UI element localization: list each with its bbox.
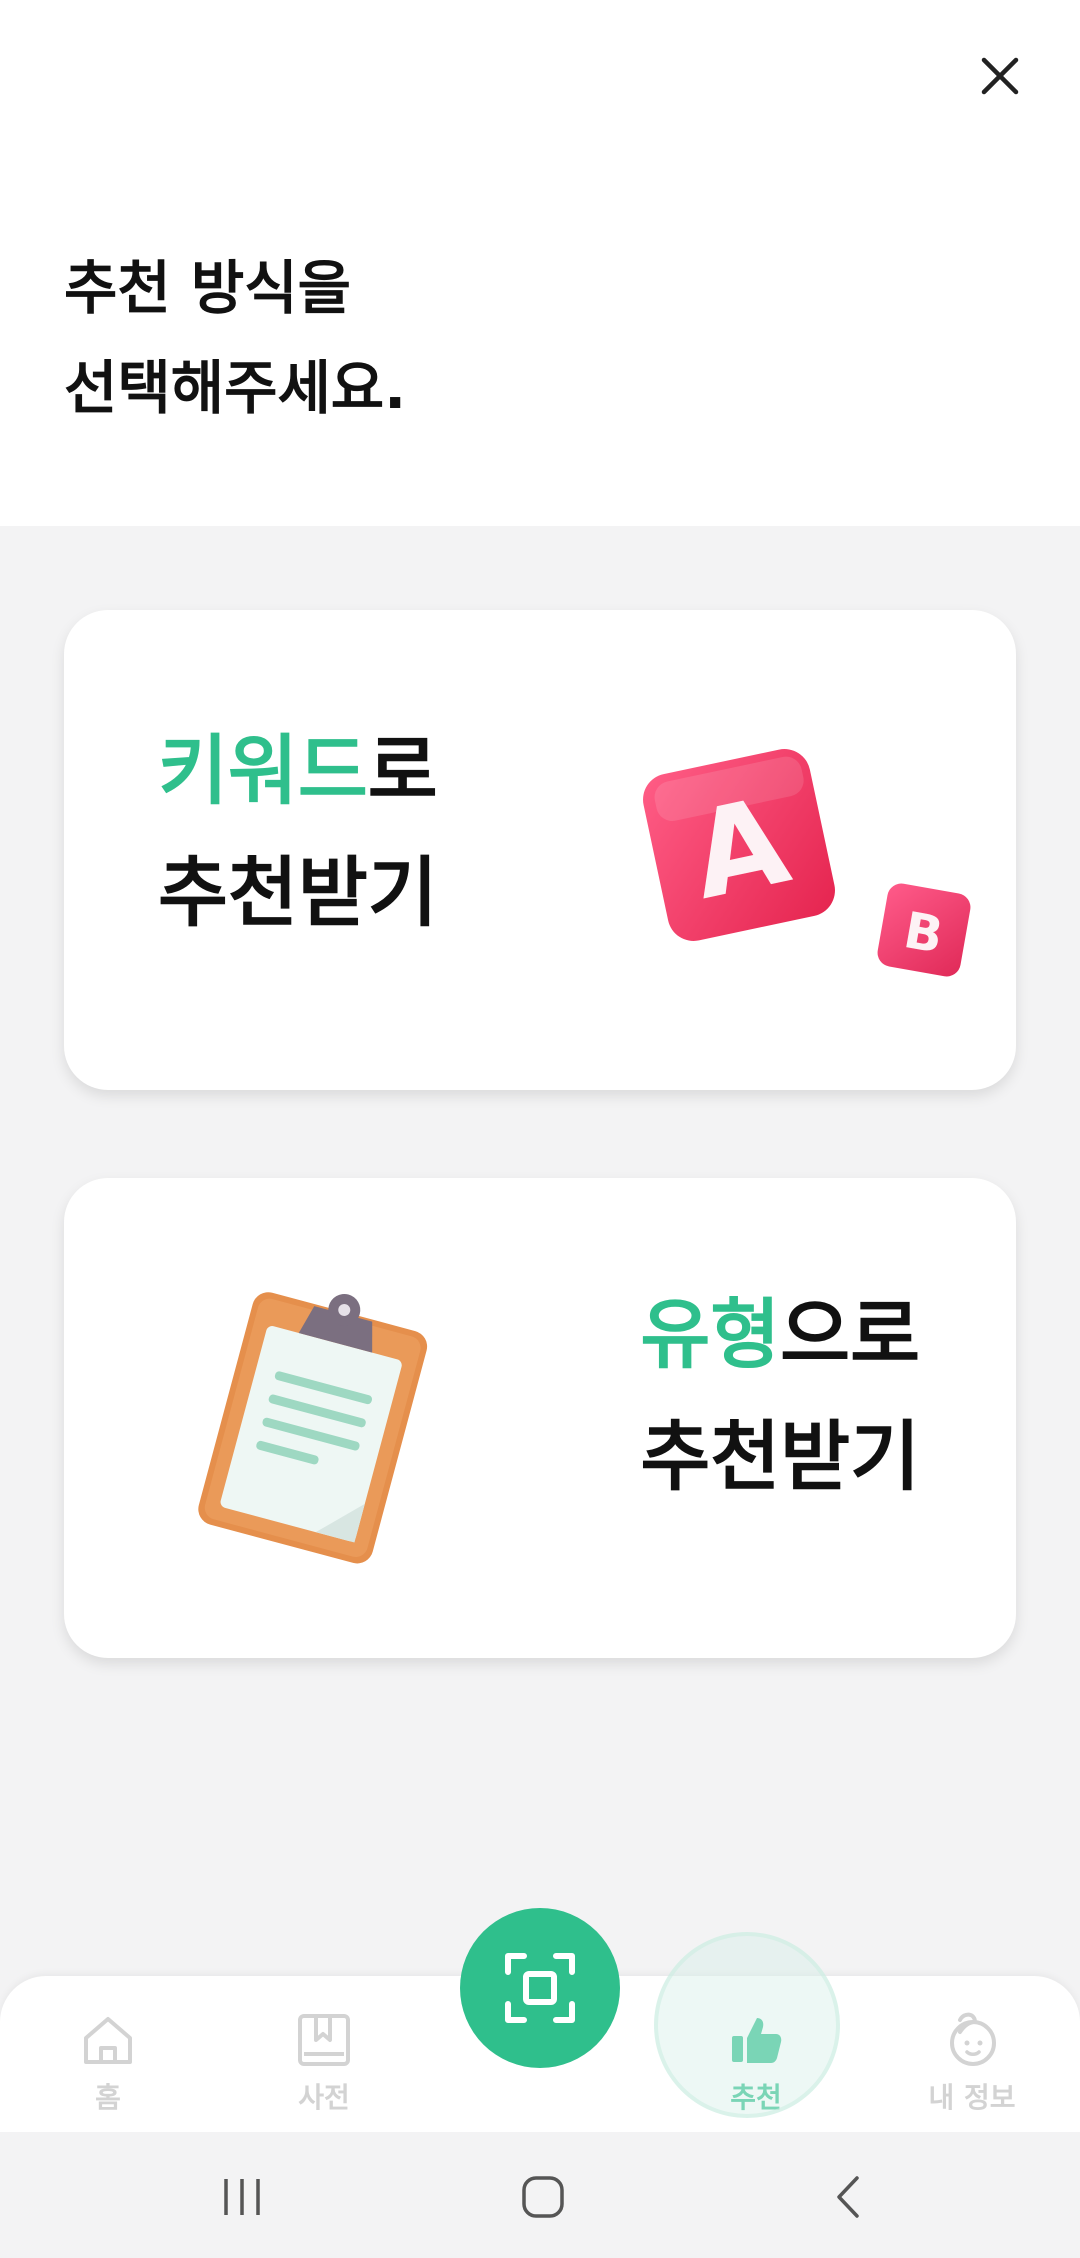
- home-circle-icon: [522, 2176, 564, 2218]
- nav-label-my-info: 내 정보: [928, 2081, 1016, 2114]
- type-card-suffix: 으로: [780, 1290, 920, 1379]
- system-back-button[interactable]: [808, 2162, 888, 2232]
- close-icon: [981, 57, 1019, 95]
- type-card-text: 유형으로 추천받기: [640, 1274, 920, 1518]
- clipboard-icon: [198, 1292, 428, 1564]
- close-button[interactable]: [960, 36, 1040, 116]
- tap-ripple: [654, 1932, 840, 2118]
- keyword-card-line2: 추천받기: [158, 848, 438, 937]
- system-navigation-bar: [0, 2132, 1080, 2258]
- nav-item-home[interactable]: 홈: [18, 1976, 198, 2132]
- nav-item-my-info[interactable]: 내 정보: [882, 1976, 1062, 2132]
- recent-apps-icon: [224, 2179, 260, 2215]
- page-title-line1: 추천 방식을: [64, 254, 351, 322]
- nav-label-dictionary: 사전: [298, 2081, 350, 2114]
- ab-blocks-icon: A B: [643, 749, 971, 977]
- keyword-card-suffix: 로: [367, 726, 438, 815]
- recent-apps-button[interactable]: [202, 2162, 282, 2232]
- keyword-card-accent: 키워드: [158, 726, 368, 815]
- book-icon: [298, 2014, 350, 2066]
- scan-icon: [505, 1953, 575, 2023]
- header: 추천 방식을 선택해주세요.: [0, 0, 1080, 526]
- page-title-line2: 선택해주세요.: [64, 354, 407, 422]
- home-icon: [84, 2017, 132, 2064]
- scan-button[interactable]: [460, 1908, 620, 2068]
- type-card-line2: 추천받기: [640, 1412, 920, 1501]
- profile-icon: [950, 2012, 996, 2066]
- nav-label-home: 홈: [95, 2081, 121, 2114]
- keyword-recommend-card[interactable]: 키워드로 추천받기 A B: [64, 610, 1016, 1090]
- type-recommend-card[interactable]: 유형으로 추천받기: [64, 1178, 1016, 1658]
- page-title: 추천 방식을 선택해주세요.: [64, 238, 406, 438]
- type-card-accent: 유형: [640, 1290, 781, 1379]
- keyword-card-text: 키워드로 추천받기: [158, 710, 438, 954]
- back-icon: [837, 2176, 859, 2218]
- system-home-button[interactable]: [503, 2162, 583, 2232]
- nav-item-dictionary[interactable]: 사전: [234, 1976, 414, 2132]
